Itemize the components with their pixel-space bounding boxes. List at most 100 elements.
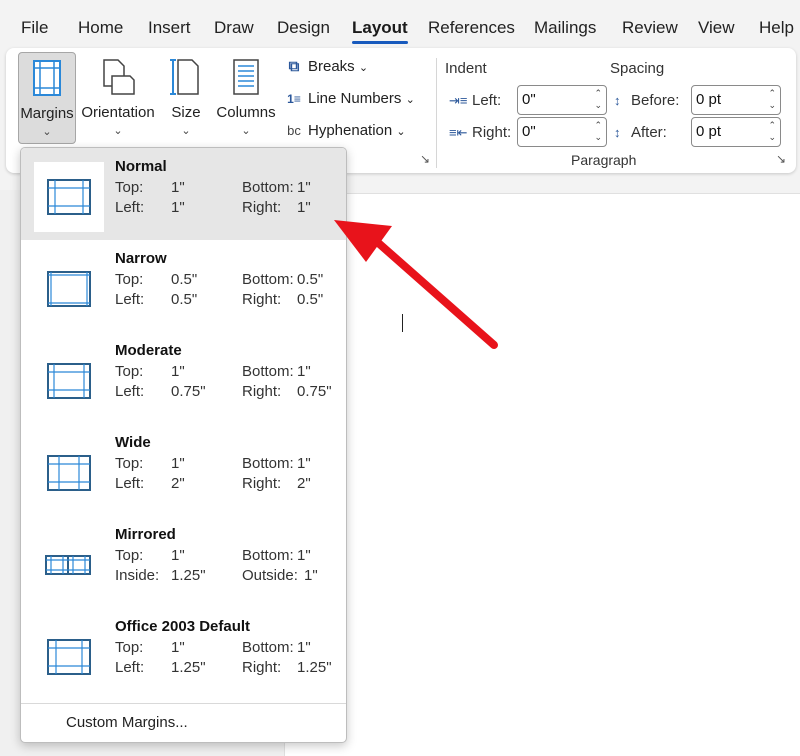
document-page[interactable] [284,193,800,756]
normal-margin-thumbnail [34,162,104,232]
option-key: Left: [115,383,145,400]
narrow-margin-icon [47,271,91,307]
option-value: 1" [171,199,185,216]
option-value: 0.75" [297,383,332,400]
option-key: Right: [242,659,282,676]
option-key: Inside: [115,567,160,584]
margin-option-mirrored[interactable]: Mirrored Top: 1" Bottom: 1" Inside: 1.25… [21,516,346,608]
option-key: Bottom: [242,639,294,656]
menu-bar: File Home Insert Draw Design Layout Refe… [0,0,800,50]
tab-home[interactable]: Home [78,18,123,38]
spacing-before-field[interactable]: 0 pt ⌃ ⌄ [691,85,781,115]
option-value: 1.25" [171,659,206,676]
tab-file[interactable]: File [21,18,48,38]
option-key: Bottom: [242,455,294,472]
indent-right-text: Right: [472,124,512,141]
margin-option-wide[interactable]: Wide Top: 1" Bottom: 1" Left: 2" Right: … [21,424,346,516]
chevron-down-icon: ⌄ [405,94,415,106]
spacing-heading: Spacing [610,60,665,77]
margin-option-moderate[interactable]: Moderate Top: 1" Bottom: 1" Left: 0.75" … [21,332,346,424]
normal-margin-icon [47,179,91,215]
option-value: 0.5" [171,291,198,308]
orientation-button[interactable]: Orientation ⌄ [80,52,156,144]
option-key: Top: [115,455,144,472]
chevron-down-icon: ⌄ [358,62,369,74]
tab-mailings[interactable]: Mailings [534,18,596,38]
margin-option-normal[interactable]: Normal Top: 1" Bottom: 1" Left: 1" Right… [21,148,346,240]
option-title: Normal [115,158,167,175]
spacing-after-label: ↕ After: [614,124,667,141]
tab-review[interactable]: Review [622,18,678,38]
hyphenation-icon: bc [287,123,301,138]
breaks-label: Breaks [308,58,355,75]
indent-right-field[interactable]: 0" ⌃ ⌄ [517,117,607,147]
chevron-down-icon: ⌄ [241,125,251,137]
mirrored-margin-thumbnail [34,530,104,600]
margin-option-narrow[interactable]: Narrow Top: 0.5" Bottom: 0.5" Left: 0.5"… [21,240,346,332]
columns-label: Columns [216,104,276,121]
option-key: Right: [242,383,282,400]
tab-references[interactable]: References [428,18,515,38]
option-key: Left: [115,659,145,676]
option-value: 1" [171,639,185,656]
tab-layout[interactable]: Layout [352,18,408,44]
breaks-button[interactable]: ⧉ Breaks ⌄ [284,58,368,75]
option-key: Outside: [242,567,298,584]
option-value: 1" [297,179,311,196]
option-value: 1" [171,363,185,380]
page-break-icon: ⧉ [288,58,300,75]
option-value: 1" [171,179,185,196]
tab-insert[interactable]: Insert [148,18,191,38]
margins-dropdown: Normal Top: 1" Bottom: 1" Left: 1" Right… [20,147,347,743]
spinner-arrows-icon[interactable]: ⌃ ⌄ [768,119,776,143]
wide-margin-icon [47,455,91,491]
orientation-icon [103,59,135,95]
spinner-arrows-icon[interactable]: ⌃ ⌄ [594,87,602,111]
spinner-arrows-icon[interactable]: ⌃ ⌄ [768,87,776,111]
indent-left-value: 0" [522,91,536,108]
indent-left-icon: ⇥≡ [449,93,468,108]
option-key: Bottom: [242,547,294,564]
wide-margin-thumbnail [34,438,104,508]
margins-icon [33,60,61,96]
size-button[interactable]: Size ⌄ [166,52,206,144]
option-title: Moderate [115,342,182,359]
tab-design[interactable]: Design [277,18,330,38]
page-setup-launcher-icon[interactable]: ↘ [420,152,430,166]
margins-label: Margins [20,105,74,122]
line-numbers-button[interactable]: 1≡ Line Numbers ⌄ [284,90,415,107]
spacing-after-icon: ↕ [614,125,621,140]
option-value: 1" [304,567,318,584]
tab-view[interactable]: View [698,18,735,38]
tab-draw[interactable]: Draw [214,18,254,38]
spacing-after-field[interactable]: 0 pt ⌃ ⌄ [691,117,781,147]
paragraph-launcher-icon[interactable]: ↘ [776,152,786,166]
spinner-arrows-icon[interactable]: ⌃ ⌄ [594,119,602,143]
mirrored-margin-icon [45,555,91,575]
columns-button[interactable]: Columns ⌄ [214,52,278,144]
option-value: 0.5" [171,271,198,288]
indent-heading: Indent [445,60,487,77]
margin-option-office-2003-default[interactable]: Office 2003 Default Top: 1" Bottom: 1" L… [21,608,346,700]
option-key: Right: [242,199,282,216]
spacing-before-value: 0 pt [696,91,722,108]
option-title: Mirrored [115,526,176,543]
moderate-margin-thumbnail [34,346,104,416]
indent-left-label: ⇥≡ Left: [449,92,501,109]
margins-button[interactable]: Margins ⌄ [18,52,76,144]
spacing-before-text: Before: [631,92,680,109]
option-key: Top: [115,547,144,564]
indent-left-field[interactable]: 0" ⌃ ⌄ [517,85,607,115]
menu-divider [21,703,346,704]
tab-help[interactable]: Help [759,18,794,38]
spacing-before-label: ↕ Before: [614,92,679,109]
option-value: 0.75" [171,383,206,400]
custom-margins-item[interactable]: Custom Margins... [66,714,188,731]
option-value: 1.25" [171,567,206,584]
option-title: Narrow [115,250,167,267]
line-numbers-label: Line Numbers [308,90,402,107]
office-2003-margin-thumbnail [34,622,104,692]
hyphenation-button[interactable]: bc Hyphenation ⌄ [284,122,406,139]
spacing-after-value: 0 pt [696,123,722,140]
chevron-down-icon: ⌄ [113,125,123,137]
